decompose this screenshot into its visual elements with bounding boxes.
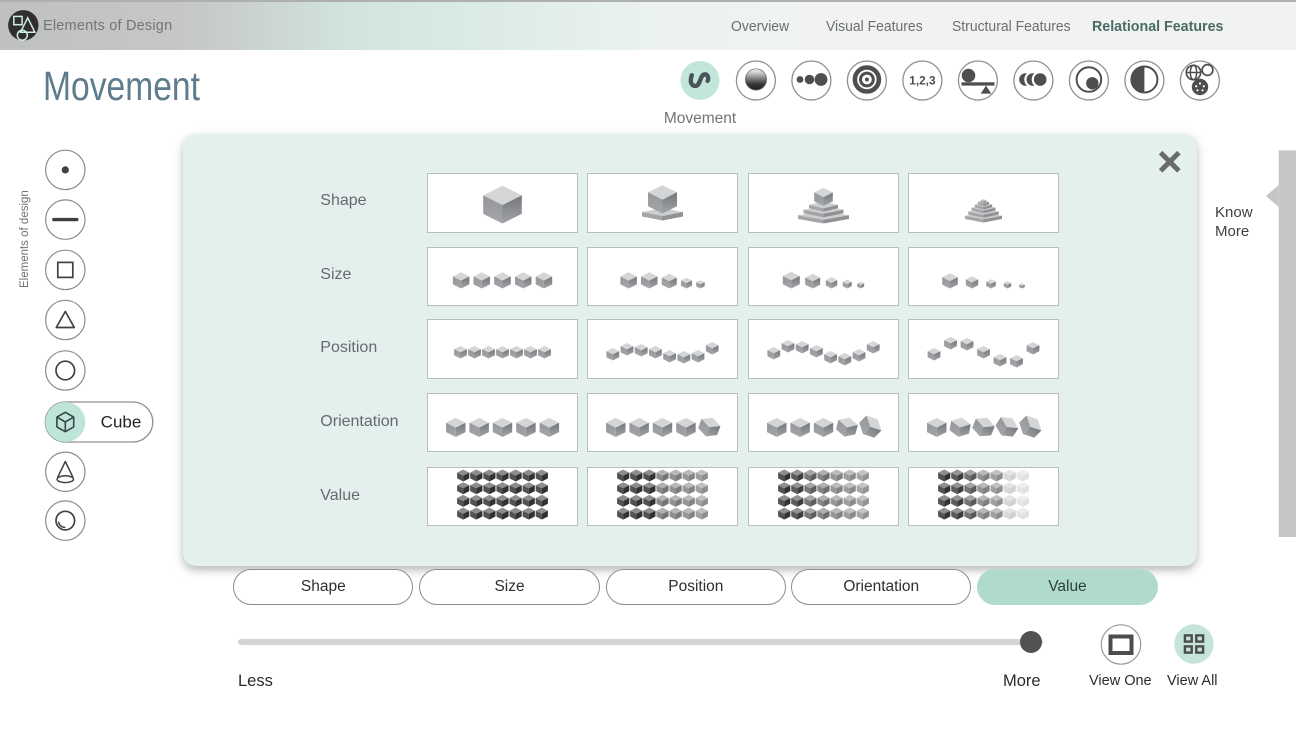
svg-text:1,2,3: 1,2,3: [909, 73, 936, 87]
svg-text:Cube: Cube: [101, 413, 142, 432]
